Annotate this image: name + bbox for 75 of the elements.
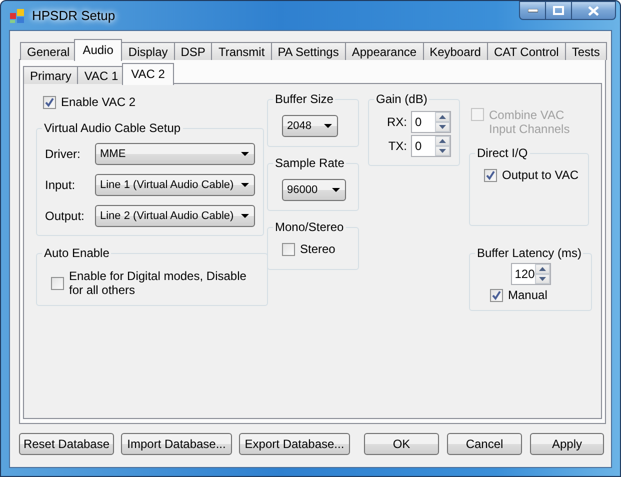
group-title: Direct I/Q: [476, 146, 529, 160]
dropdown[interactable]: Line 1 (Virtual Audio Cable): [95, 174, 255, 196]
tab[interactable]: VAC 2: [122, 63, 174, 85]
spin-box[interactable]: 120: [510, 263, 551, 285]
spin-down-button[interactable]: [435, 146, 450, 156]
maximize-button[interactable]: [546, 1, 572, 20]
group-title: Buffer Size: [274, 92, 334, 106]
group-title: Virtual Audio Cable Setup: [43, 121, 182, 135]
group-title: Gain (dB): [375, 92, 428, 106]
group-title: Mono/Stereo: [274, 220, 345, 234]
checkbox-label: Enable VAC 2: [61, 95, 136, 109]
spin-up-button[interactable]: [435, 112, 450, 122]
tab[interactable]: PA Settings: [270, 42, 346, 60]
push-button[interactable]: Import Database...: [121, 433, 232, 455]
dropdown[interactable]: 2048: [282, 115, 338, 137]
up-arrow-icon: [538, 267, 546, 271]
minimize-icon: [528, 8, 538, 12]
down-arrow-icon: [538, 277, 546, 281]
up-arrow-icon: [439, 139, 446, 143]
push-button[interactable]: Reset Database: [19, 433, 114, 455]
tab[interactable]: Keyboard: [422, 42, 488, 60]
tab[interactable]: General: [20, 42, 77, 60]
caret-icon: [324, 124, 332, 128]
tab[interactable]: Transmit: [211, 42, 272, 60]
dropdown[interactable]: 96000: [282, 179, 346, 201]
close-icon: [588, 6, 599, 16]
dropdown[interactable]: Line 2 (Virtual Audio Cable): [95, 205, 255, 227]
push-button[interactable]: OK: [364, 433, 439, 455]
checkbox-label: Enable for Digital modes, Disable for all others: [69, 269, 248, 297]
checkbox[interactable]: [490, 288, 503, 302]
caret-icon: [241, 214, 249, 218]
tab[interactable]: CAT Control: [486, 42, 566, 60]
down-arrow-icon: [439, 149, 446, 153]
up-arrow-icon: [439, 115, 446, 119]
tab[interactable]: Display: [121, 42, 175, 60]
checkbox[interactable]: [51, 276, 64, 290]
minimize-button[interactable]: [519, 1, 546, 20]
checkbox-label: Stereo: [300, 242, 336, 256]
tab[interactable]: Audio: [74, 39, 122, 61]
tab[interactable]: Appearance: [344, 42, 424, 60]
checkbox-label: Output to VAC: [502, 168, 578, 182]
close-button[interactable]: [572, 1, 616, 20]
field-label: Input:: [45, 178, 76, 192]
spin-up-button[interactable]: [534, 264, 550, 274]
caret-icon: [241, 152, 249, 156]
group-title: Sample Rate: [274, 156, 346, 170]
dropdown[interactable]: MME: [95, 143, 255, 165]
push-button[interactable]: Cancel: [447, 433, 522, 455]
app-icon: [9, 8, 25, 24]
spin-box[interactable]: 0: [411, 111, 451, 133]
checkbox[interactable]: [484, 168, 497, 182]
checkbox[interactable]: [43, 96, 56, 108]
field-label: Output:: [45, 209, 86, 223]
field-label: TX:: [387, 139, 407, 153]
checkbox[interactable]: [282, 242, 295, 256]
group-title: Auto Enable: [43, 246, 110, 260]
window-title: HPSDR Setup: [32, 8, 116, 23]
spin-down-button[interactable]: [435, 122, 450, 132]
spin-box[interactable]: 0: [411, 135, 451, 157]
tab[interactable]: DSP: [174, 42, 212, 60]
spin-up-button[interactable]: [435, 136, 450, 146]
tab[interactable]: Primary: [23, 66, 78, 84]
push-button[interactable]: Apply: [530, 433, 604, 455]
checkbox-label: Combine VAC Input Channels: [489, 108, 571, 136]
down-arrow-icon: [439, 125, 446, 129]
caret-icon: [332, 188, 340, 192]
group-title: Buffer Latency (ms): [476, 246, 582, 260]
field-label: RX:: [386, 115, 407, 129]
checkbox-label: Manual: [508, 288, 548, 302]
maximize-icon: [553, 6, 564, 15]
field-label: Driver:: [45, 147, 82, 161]
spin-down-button[interactable]: [534, 274, 550, 284]
tab[interactable]: Tests: [564, 42, 607, 60]
caret-icon: [241, 183, 249, 187]
push-button[interactable]: Export Database...: [239, 433, 350, 455]
